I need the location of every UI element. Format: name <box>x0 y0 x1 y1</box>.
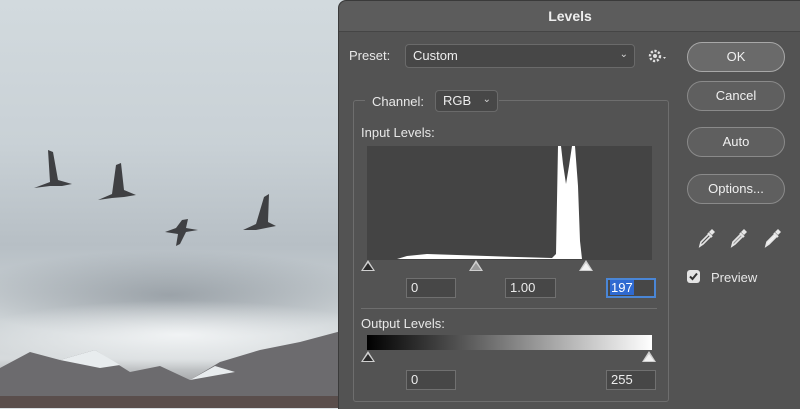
output-levels-label: Output Levels: <box>361 316 445 331</box>
chevron-down-icon: ⌄ <box>482 94 491 105</box>
chevron-down-icon: ⌄ <box>619 48 628 60</box>
preset-value: Custom <box>413 48 458 63</box>
input-gamma-slider[interactable] <box>469 260 483 271</box>
channel-dropdown[interactable]: RGB ⌄ <box>435 90 498 112</box>
ok-button[interactable]: OK <box>687 42 785 72</box>
output-gradient-bar <box>367 335 652 350</box>
cancel-button[interactable]: Cancel <box>687 81 785 111</box>
preset-dropdown[interactable]: Custom ⌄ <box>405 44 635 68</box>
preview-checkbox[interactable] <box>687 270 700 283</box>
input-black-point-slider[interactable] <box>361 260 375 271</box>
output-black-field[interactable]: 0 <box>406 370 456 390</box>
gear-icon[interactable] <box>647 46 669 66</box>
channel-label: Channel: <box>372 94 425 109</box>
output-white-field[interactable]: 255 <box>606 370 656 390</box>
input-white-field[interactable]: 197 <box>606 278 656 298</box>
levels-dialog: Levels Preset: Custom ⌄ Channel: RGB ⌄ I… <box>338 0 800 409</box>
input-black-field[interactable]: 0 <box>406 278 456 298</box>
output-black-slider[interactable] <box>361 351 375 362</box>
black-eyedropper-icon[interactable] <box>697 226 717 248</box>
input-gamma-field[interactable]: 1.00 <box>505 278 556 298</box>
input-levels-label: Input Levels: <box>361 125 435 140</box>
white-eyedropper-icon[interactable] <box>763 226 783 248</box>
preview-label: Preview <box>711 270 758 285</box>
output-white-slider[interactable] <box>642 351 656 362</box>
histogram <box>367 146 652 260</box>
input-white-point-slider[interactable] <box>579 260 593 271</box>
channel-value: RGB <box>443 93 472 108</box>
checkmark-icon <box>689 272 698 281</box>
gray-eyedropper-icon[interactable] <box>729 226 749 248</box>
dialog-title: Levels <box>339 1 800 32</box>
auto-button[interactable]: Auto <box>687 127 785 157</box>
birds-and-mountains-image <box>0 150 345 408</box>
input-white-value: 197 <box>610 280 634 295</box>
background-photo <box>0 0 345 408</box>
divider <box>361 308 657 309</box>
preset-label: Preset: <box>349 48 391 63</box>
options-button[interactable]: Options... <box>687 174 785 204</box>
